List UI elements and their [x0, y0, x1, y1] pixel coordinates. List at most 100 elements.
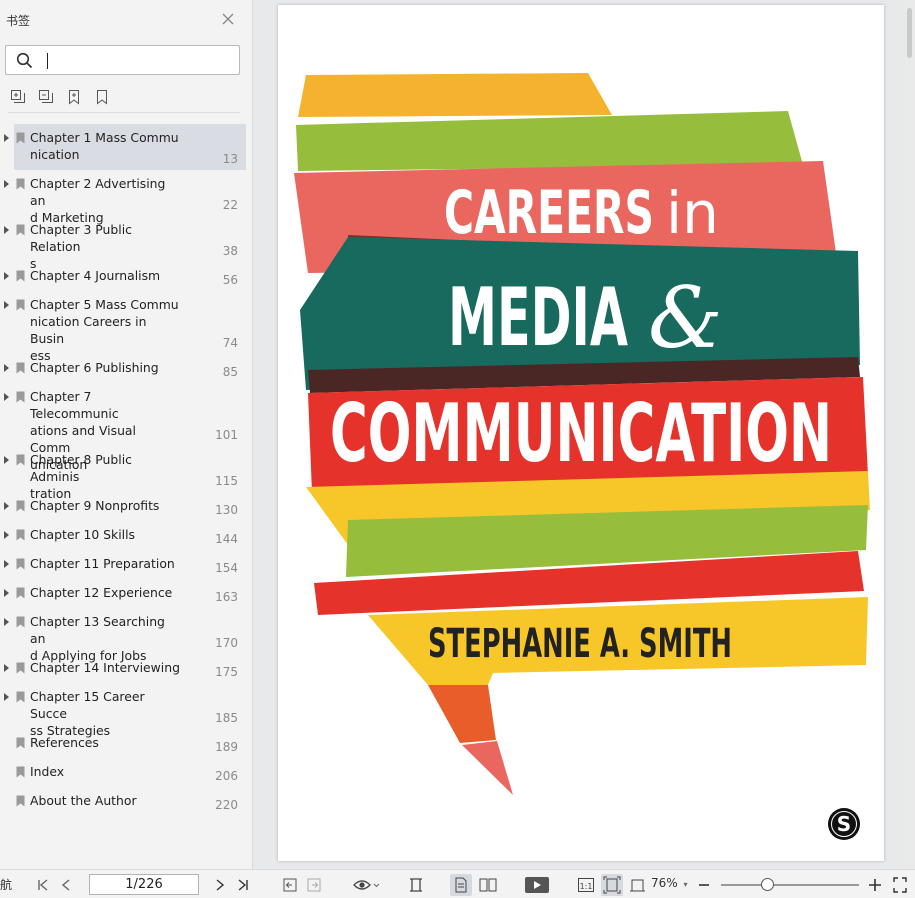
search-input[interactable]: [40, 50, 230, 70]
expand-arrow-icon[interactable]: [4, 456, 9, 464]
bookmark-item[interactable]: Index 206: [0, 758, 252, 787]
bookmark-label: Chapter 9 Nonprofits: [30, 498, 160, 513]
bookmark-item[interactable]: Chapter 14 Interviewing 175: [0, 654, 252, 683]
rotate-icon[interactable]: [628, 876, 648, 894]
bookmark-item[interactable]: Chapter 10 Skills 144: [0, 521, 252, 550]
collapse-all-icon[interactable]: [38, 89, 54, 105]
zoom-slider[interactable]: [721, 884, 859, 886]
cover-band-orange: [298, 73, 612, 117]
bookmark-label: Chapter 4 Journalism: [30, 268, 161, 283]
search-icon: [16, 52, 33, 72]
bookmark-flag-icon: [16, 737, 25, 749]
single-page-icon[interactable]: [450, 874, 472, 896]
document-view[interactable]: CAREERS in MEDIA & COMMUNICATION STEPHAN…: [254, 0, 915, 869]
expand-arrow-icon[interactable]: [4, 226, 9, 234]
two-page-icon[interactable]: [478, 876, 498, 894]
expand-arrow-icon[interactable]: [4, 589, 9, 597]
bookmark-icon[interactable]: [94, 89, 110, 105]
bookmark-page-number: 220: [215, 798, 238, 812]
bookmark-flag-icon: [16, 662, 25, 674]
cover-title-communication: COMMUNICATION: [330, 387, 832, 480]
svg-text:S: S: [837, 812, 851, 836]
bookmark-item[interactable]: References 189: [0, 729, 252, 758]
bookmark-page-number: 154: [215, 561, 238, 575]
bookmark-label: Chapter 6 Publishing: [30, 360, 159, 375]
bookmark-page-number: 163: [215, 590, 238, 604]
bookmark-item[interactable]: Chapter 8 Public Adminis tration 115: [0, 446, 252, 501]
bookmark-label: References: [30, 735, 99, 750]
add-bookmark-icon[interactable]: [66, 89, 82, 105]
cover-band-green: [296, 111, 803, 171]
expand-arrow-icon[interactable]: [4, 502, 9, 510]
first-page-icon[interactable]: [36, 876, 50, 894]
bookmark-item[interactable]: Chapter 2 Advertising an d Marketing 22: [0, 170, 252, 225]
cover-title-in: in: [666, 179, 719, 247]
page-number-input[interactable]: [89, 874, 199, 895]
expand-arrow-icon[interactable]: [4, 301, 9, 309]
bookmark-page-number: 22: [222, 198, 238, 212]
fit-page-icon[interactable]: [601, 874, 623, 896]
expand-arrow-icon[interactable]: [4, 618, 9, 626]
expand-arrow-icon[interactable]: [4, 180, 9, 188]
slideshow-play-icon[interactable]: [524, 875, 550, 893]
next-page-icon[interactable]: [214, 876, 226, 894]
vertical-scrollbar[interactable]: [905, 0, 915, 869]
panel-title: 书签: [6, 14, 31, 28]
cover-author: STEPHANIE A. SMITH: [428, 621, 732, 667]
bookmark-item[interactable]: Chapter 13 Searching an d Applying for J…: [0, 608, 252, 663]
zoom-level-dropdown[interactable]: 76% ▾: [651, 876, 688, 890]
bookmark-flag-icon: [16, 558, 25, 570]
search-box[interactable]: [5, 45, 240, 75]
zoom-slider-thumb[interactable]: [760, 878, 774, 891]
bookmark-item[interactable]: About the Author 220: [0, 787, 252, 816]
scrollbar-thumb[interactable]: [907, 8, 912, 58]
bookmark-page-number: 130: [215, 503, 238, 517]
expand-arrow-icon[interactable]: [4, 531, 9, 539]
eye-protection-icon[interactable]: [352, 876, 380, 894]
bookmark-item[interactable]: Chapter 3 Public Relation s 38: [0, 216, 252, 271]
cover-bubble-tail-tip: [462, 741, 513, 795]
bookmark-item[interactable]: Chapter 11 Preparation 154: [0, 550, 252, 579]
expand-arrow-icon[interactable]: [4, 560, 9, 568]
bookmark-flag-icon: [16, 616, 25, 628]
zoom-out-icon[interactable]: [698, 876, 710, 894]
bookmark-item[interactable]: Chapter 4 Journalism 56: [0, 262, 252, 291]
fullscreen-icon[interactable]: [892, 876, 908, 894]
bookmark-page-number: 115: [215, 474, 238, 488]
fit-width-icon[interactable]: [408, 876, 424, 894]
close-icon[interactable]: [220, 12, 236, 28]
bookmark-flag-icon: [16, 362, 25, 374]
bookmark-item[interactable]: Chapter 9 Nonprofits 130: [0, 492, 252, 521]
bookmark-item[interactable]: Chapter 15 Career Succe ss Strategies 185: [0, 683, 252, 738]
expand-arrow-icon[interactable]: [4, 272, 9, 280]
bookmark-page-number: 170: [215, 636, 238, 650]
bookmark-item[interactable]: Chapter 7 Telecommunic ations and Visual…: [0, 383, 252, 472]
bookmark-item[interactable]: Chapter 6 Publishing 85: [0, 354, 252, 383]
bookmark-item[interactable]: Chapter 12 Experience 163: [0, 579, 252, 608]
bookmark-flag-icon: [16, 299, 25, 311]
bookmark-flag-icon: [16, 795, 25, 807]
bookmark-page-number: 206: [215, 769, 238, 783]
bookmark-label: Chapter 1 Mass Commu nication: [30, 130, 179, 162]
last-page-icon[interactable]: [236, 876, 250, 894]
bookmark-item[interactable]: Chapter 5 Mass Commu nication Careers in…: [0, 291, 252, 363]
bookmark-flag-icon: [16, 766, 25, 778]
zoom-in-icon[interactable]: [868, 876, 882, 894]
cover-title-careers: CAREERS: [444, 178, 654, 248]
history-forward-icon[interactable]: [306, 876, 322, 894]
expand-all-icon[interactable]: [10, 89, 26, 105]
expand-arrow-icon[interactable]: [4, 393, 9, 401]
expand-arrow-icon[interactable]: [4, 134, 9, 142]
bookmark-item[interactable]: Chapter 1 Mass Commu nication 13: [0, 124, 252, 170]
actual-size-icon[interactable]: 1:1: [577, 876, 595, 894]
nav-stub-label: 航: [0, 878, 13, 892]
bookmark-flag-icon: [16, 500, 25, 512]
bookmark-flag-icon: [16, 132, 25, 144]
history-back-icon[interactable]: [282, 876, 298, 894]
expand-arrow-icon[interactable]: [4, 364, 9, 372]
expand-arrow-icon[interactable]: [4, 693, 9, 701]
cover-title-media: MEDIA: [448, 271, 628, 364]
expand-arrow-icon[interactable]: [4, 664, 9, 672]
prev-page-icon[interactable]: [60, 876, 72, 894]
bookmark-page-number: 56: [222, 273, 238, 287]
